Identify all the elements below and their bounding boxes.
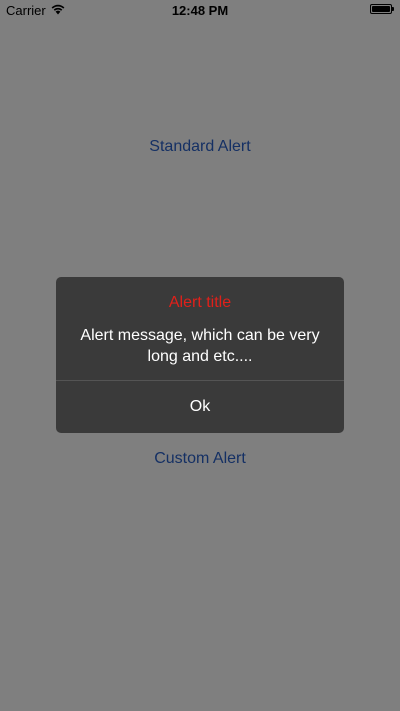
app-screen: Carrier 12:48 PM Standard Alert Custom A… xyxy=(0,0,400,711)
alert-message: Alert message, which can be very long an… xyxy=(80,327,320,365)
alert-title: Alert title xyxy=(168,294,232,311)
alert-dialog: Alert title Alert message, which can be … xyxy=(56,277,344,433)
alert-ok-button[interactable]: Ok xyxy=(56,381,344,433)
